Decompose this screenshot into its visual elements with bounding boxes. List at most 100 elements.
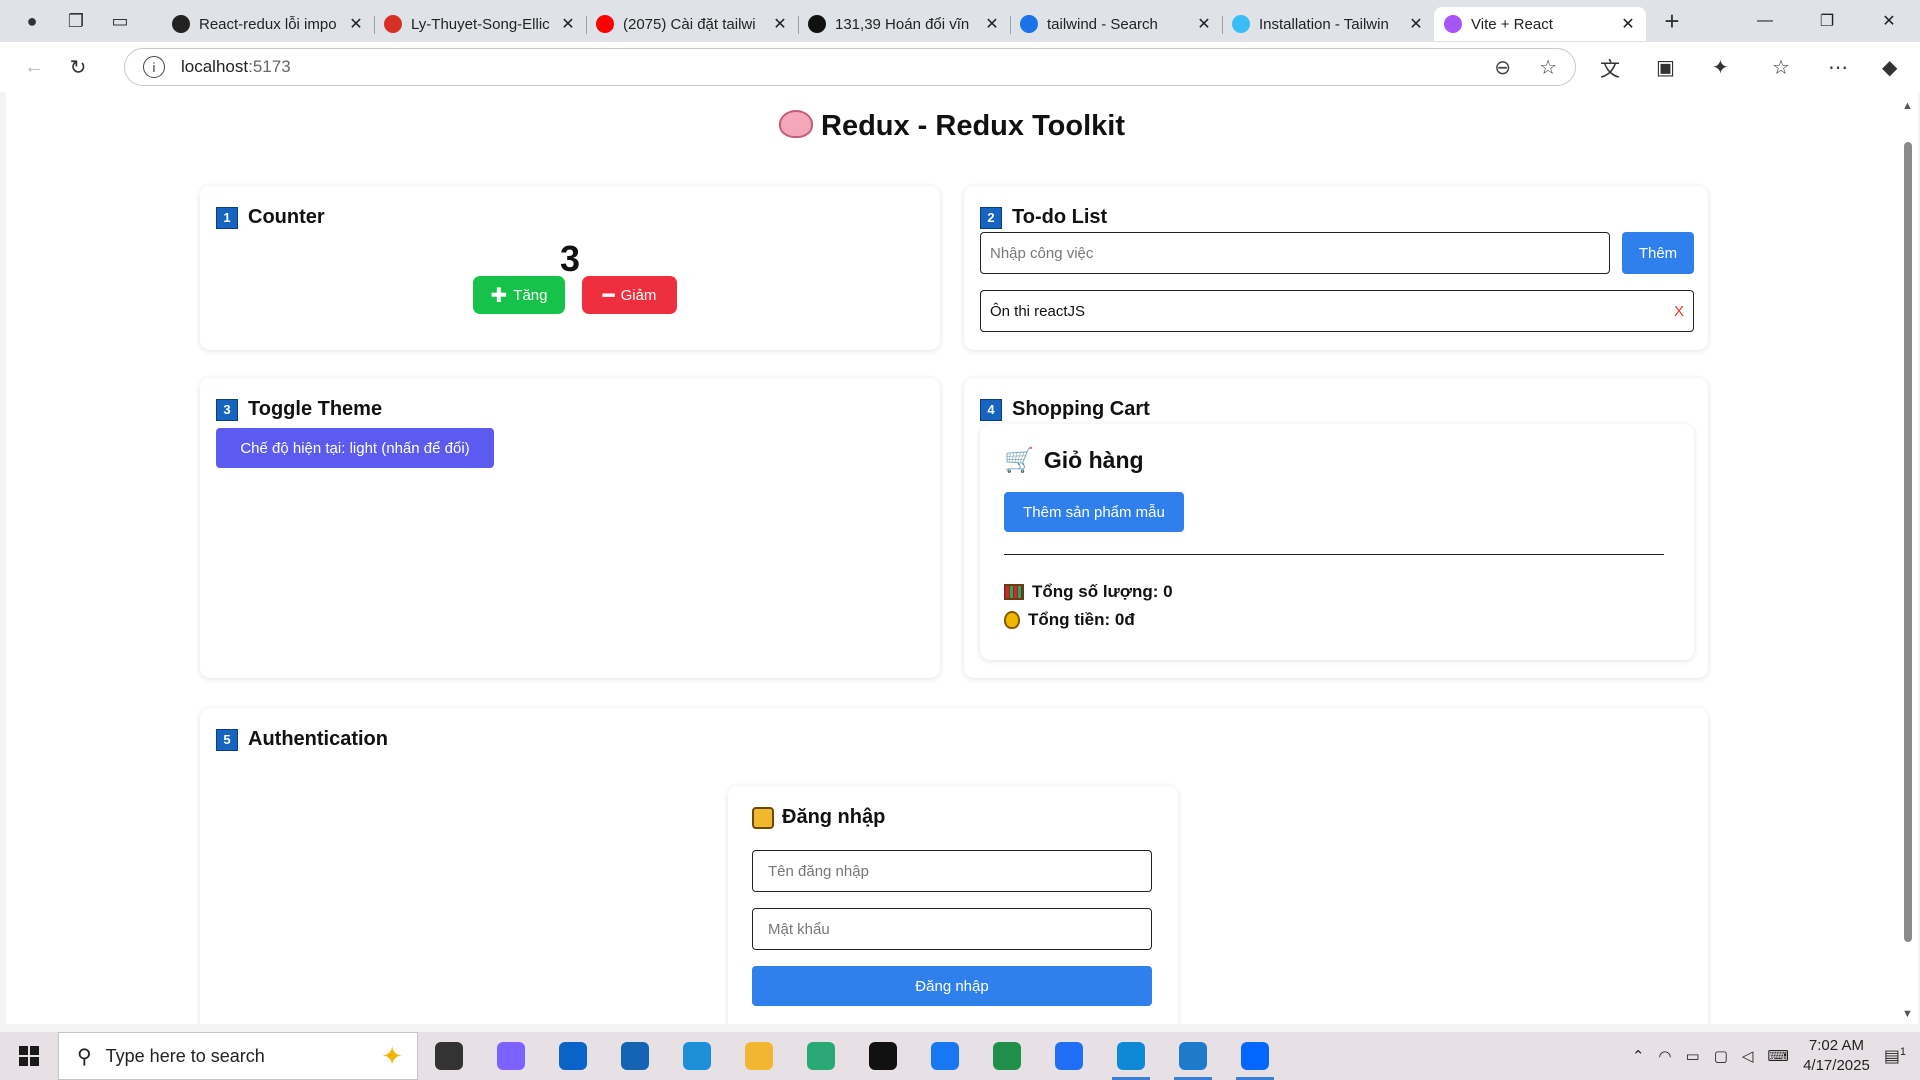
taskbar-app[interactable] xyxy=(1162,1032,1224,1080)
taskbar-app[interactable] xyxy=(852,1032,914,1080)
close-tab-icon[interactable]: ✕ xyxy=(560,14,576,34)
browser-tab[interactable]: 131,39 Hoán đổi vĩn ✕ xyxy=(798,7,1010,41)
hs-app-icon xyxy=(993,1042,1021,1070)
page-viewport: Redux - Redux Toolkit 1 Counter 3 ✚ Tăng … xyxy=(6,92,1898,1024)
lock-icon xyxy=(752,806,774,829)
toggle-theme-button[interactable]: Chế độ hiện tại: light (nhấn để đổi) xyxy=(216,428,494,468)
scroll-up-icon[interactable]: ▲ xyxy=(1902,100,1913,112)
browser-tab[interactable]: Ly-Thuyet-Song-Ellic ✕ xyxy=(374,7,586,41)
profile-icon[interactable]: ● xyxy=(14,5,50,37)
remote-desktop-icon xyxy=(683,1042,711,1070)
taskbar-app[interactable] xyxy=(604,1032,666,1080)
taskbar-app[interactable] xyxy=(542,1032,604,1080)
chevron-up-icon[interactable]: ⌃ xyxy=(1632,1047,1645,1065)
file-explorer-icon xyxy=(745,1042,773,1070)
youtube-icon xyxy=(596,15,614,33)
taskbar-apps xyxy=(418,1032,1286,1080)
restore-icon[interactable]: ❐ xyxy=(1796,0,1858,42)
notification-icon[interactable]: ▤1 xyxy=(1884,1046,1906,1067)
tab-title: React-redux lỗi impo xyxy=(199,15,337,33)
reading-icon[interactable]: ▣ xyxy=(1656,42,1675,92)
taskbar-app[interactable] xyxy=(976,1032,1038,1080)
taskbar-app[interactable] xyxy=(1100,1032,1162,1080)
windows-icon xyxy=(19,1046,39,1066)
add-sample-product-button[interactable]: Thêm sản phẩm mẫu xyxy=(1004,492,1184,532)
taskbar-app[interactable] xyxy=(1038,1032,1100,1080)
tab-title: Vite + React xyxy=(1471,15,1553,33)
browser-tab[interactable]: React-redux lỗi impo ✕ xyxy=(162,7,374,41)
minimize-icon[interactable]: — xyxy=(1734,0,1796,42)
meet-icon[interactable]: ▢ xyxy=(1714,1047,1728,1065)
close-tab-icon[interactable]: ✕ xyxy=(1196,14,1212,34)
scroll-down-icon[interactable]: ▼ xyxy=(1902,1008,1913,1020)
start-button[interactable] xyxy=(0,1046,58,1066)
workspaces-icon[interactable]: ❐ xyxy=(58,5,94,37)
browser-tab[interactable]: (2075) Cài đặt tailwi ✕ xyxy=(586,7,798,41)
taskbar-app[interactable] xyxy=(1224,1032,1286,1080)
counter-value: 3 xyxy=(559,238,581,279)
pdf-icon xyxy=(384,15,402,33)
copilot-sidebar-icon[interactable]: ◆ xyxy=(1882,42,1897,92)
volume-icon[interactable]: ◁ xyxy=(1742,1047,1754,1065)
tab-bar-left-controls: ● ❐ ▭ xyxy=(0,5,162,37)
taskbar-app[interactable] xyxy=(666,1032,728,1080)
browser-tab[interactable]: Installation - Tailwin ✕ xyxy=(1222,7,1434,41)
todo-input[interactable]: Nhập công việc xyxy=(980,232,1610,274)
taskbar-app[interactable] xyxy=(728,1032,790,1080)
add-todo-button[interactable]: Thêm xyxy=(1622,232,1694,274)
increase-button[interactable]: ✚ Tăng xyxy=(473,276,565,314)
taskbar-app[interactable] xyxy=(790,1032,852,1080)
chatgpt-icon xyxy=(172,15,190,33)
money-bag-icon xyxy=(1004,611,1020,629)
zoom-icon[interactable]: ⊖ xyxy=(1494,55,1511,80)
favorite-star-icon[interactable]: ☆ xyxy=(1539,55,1557,80)
close-tab-icon[interactable]: ✕ xyxy=(772,14,788,34)
refresh-icon[interactable]: ↻ xyxy=(56,55,100,80)
wifi-icon[interactable]: ◠ xyxy=(1658,1047,1671,1065)
minus-icon: ━ xyxy=(602,284,615,307)
login-panel: Đăng nhập Tên đăng nhập Mật khẩu Đăng nh… xyxy=(728,786,1178,1024)
counter-heading: 1 Counter xyxy=(216,206,325,229)
clock[interactable]: 7:02 AM 4/17/2025 xyxy=(1803,1036,1870,1076)
close-tab-icon[interactable]: ✕ xyxy=(1408,14,1424,34)
extensions-icon[interactable]: ✦ xyxy=(1712,42,1729,92)
username-input[interactable]: Tên đăng nhập xyxy=(752,850,1152,892)
shopping-cart-icon: 🛒 xyxy=(1004,447,1034,474)
todo-item-text: Ôn thi reactJS xyxy=(990,302,1086,320)
password-input[interactable]: Mật khẩu xyxy=(752,908,1152,950)
favorites-icon[interactable]: ☆ xyxy=(1772,42,1790,92)
new-tab-button[interactable]: + xyxy=(1652,6,1692,37)
plus-icon: ✚ xyxy=(490,284,508,307)
battery-icon[interactable]: ▭ xyxy=(1686,1047,1700,1065)
browser-tab[interactable]: tailwind - Search ✕ xyxy=(1010,7,1222,41)
taskbar-app[interactable] xyxy=(914,1032,976,1080)
login-button[interactable]: Đăng nhập xyxy=(752,966,1152,1006)
facebook-icon xyxy=(931,1042,959,1070)
back-icon[interactable]: ← xyxy=(12,56,56,79)
taskbar-search[interactable]: ⚲ Type here to search ✦ xyxy=(58,1032,418,1080)
scroll-thumb[interactable] xyxy=(1904,142,1912,942)
vite-icon xyxy=(1444,15,1462,33)
more-menu-icon[interactable]: ⋯ xyxy=(1828,42,1848,92)
keyboard-icon[interactable]: ⌨ xyxy=(1767,1047,1789,1065)
close-tab-icon[interactable]: ✕ xyxy=(984,14,1000,34)
close-window-icon[interactable]: ✕ xyxy=(1858,0,1920,42)
close-tab-icon[interactable]: ✕ xyxy=(348,14,364,34)
decrease-button[interactable]: ━ Giảm xyxy=(582,276,677,314)
section-number-badge: 2 xyxy=(980,206,1002,229)
tab-title: tailwind - Search xyxy=(1047,15,1158,33)
taskbar-app[interactable] xyxy=(418,1032,480,1080)
translate-icon[interactable]: 文 xyxy=(1600,42,1620,92)
counter-card: 1 Counter 3 ✚ Tăng ━ Giảm xyxy=(200,186,940,350)
remove-todo-button[interactable]: X xyxy=(1674,303,1684,320)
theme-heading: 3 Toggle Theme xyxy=(216,398,382,421)
okx-icon xyxy=(808,15,826,33)
page-scrollbar[interactable]: ▲ ▼ xyxy=(1898,92,1918,1024)
vertical-tabs-icon[interactable]: ▭ xyxy=(102,5,138,37)
url-field[interactable]: i localhost:5173 ⊖ ☆ xyxy=(124,48,1576,86)
taskbar-app[interactable] xyxy=(480,1032,542,1080)
close-tab-icon[interactable]: ✕ xyxy=(1620,14,1636,34)
theme-card: 3 Toggle Theme Chế độ hiện tại: light (n… xyxy=(200,378,940,678)
site-info-icon[interactable]: i xyxy=(143,56,165,78)
browser-tab[interactable]: Vite + React ✕ xyxy=(1434,7,1646,41)
